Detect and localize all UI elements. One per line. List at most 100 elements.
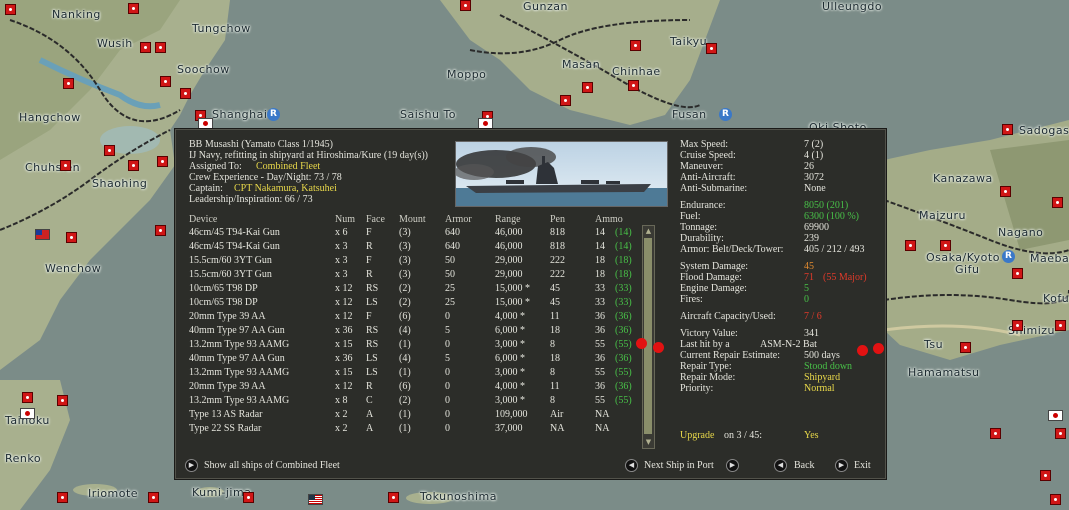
cell-num: x 36 (335, 325, 353, 336)
exit-icon[interactable]: ▶ (835, 459, 848, 472)
base-marker[interactable] (155, 225, 166, 236)
cell-pen: 8 (550, 367, 555, 378)
base-marker[interactable] (63, 78, 74, 89)
repair-type-toggle[interactable]: Stood down (804, 361, 852, 372)
cell-ammo-max: (33) (615, 297, 632, 308)
stat-aircraft[interactable]: 7 / 6 (804, 311, 822, 322)
base-marker[interactable] (560, 95, 571, 106)
base-marker[interactable] (905, 240, 916, 251)
stat-label: Armor: Belt/Deck/Tower: (680, 244, 784, 255)
base-marker[interactable] (1055, 428, 1066, 439)
base-marker[interactable] (5, 4, 16, 15)
col-pen: Pen (550, 214, 565, 225)
japan-flag-icon[interactable] (198, 118, 213, 129)
base-marker[interactable] (960, 342, 971, 353)
arrow-left-icon[interactable]: ◀ (625, 459, 638, 472)
china-flag-icon[interactable] (35, 229, 50, 240)
base-marker[interactable] (582, 82, 593, 93)
cell-range: 3,000 * (495, 395, 525, 406)
cell-pen: Air (550, 409, 564, 420)
upgrade-toggle[interactable]: Yes (804, 430, 819, 441)
cell-face: C (366, 395, 373, 406)
next-ship-label[interactable]: Next Ship in Port (644, 460, 714, 471)
col-face: Face (366, 214, 385, 225)
scroll-up-icon[interactable]: ▲ (644, 227, 653, 236)
base-marker[interactable] (628, 80, 639, 91)
cell-range: 46,000 (495, 227, 523, 238)
base-marker[interactable] (1050, 494, 1061, 505)
cell-ammo: 36 (595, 311, 605, 322)
back-icon[interactable]: ◀ (774, 459, 787, 472)
allied-base-icon[interactable]: R (267, 108, 280, 121)
map-label: Wusih (97, 37, 133, 50)
stat-fuel: 6300 (100 %) (804, 211, 859, 222)
red-marker-icon (873, 343, 884, 354)
cell-range: 37,000 (495, 423, 523, 434)
base-marker[interactable] (630, 40, 641, 51)
base-marker[interactable] (1002, 124, 1013, 135)
cell-mount: (1) (399, 339, 411, 350)
leadership: Leadership/Inspiration: 66 / 73 (189, 194, 313, 205)
base-marker[interactable] (160, 76, 171, 87)
base-marker[interactable] (22, 392, 33, 403)
back-label[interactable]: Back (794, 460, 815, 471)
weapons-scrollbar[interactable]: ▲ ▼ (642, 225, 655, 449)
allied-base-icon[interactable]: R (1002, 250, 1015, 263)
repair-mode-toggle[interactable]: Shipyard (804, 372, 840, 383)
base-marker[interactable] (66, 232, 77, 243)
cell-device: 15.5cm/60 3YT Gun (189, 269, 272, 280)
assigned-fleet-link[interactable]: Combined Fleet (256, 161, 320, 172)
base-marker[interactable] (148, 492, 159, 503)
exit-label[interactable]: Exit (854, 460, 871, 471)
priority-toggle[interactable]: Normal (804, 383, 835, 394)
base-marker[interactable] (1012, 320, 1023, 331)
map-label: Tsu (924, 338, 944, 351)
arrow-right-icon[interactable]: ▶ (185, 459, 198, 472)
cell-ammo-max: (18) (615, 269, 632, 280)
cell-ammo: NA (595, 423, 610, 434)
base-marker[interactable] (128, 3, 139, 14)
base-marker[interactable] (388, 492, 399, 503)
base-marker[interactable] (157, 156, 168, 167)
cell-range: 4,000 * (495, 381, 525, 392)
cell-ammo-max: (36) (615, 325, 632, 336)
base-marker[interactable] (140, 42, 151, 53)
cell-mount: (1) (399, 423, 411, 434)
cell-ammo-max: (14) (615, 241, 632, 252)
base-marker[interactable] (128, 160, 139, 171)
base-marker[interactable] (990, 428, 1001, 439)
scroll-down-icon[interactable]: ▼ (644, 438, 653, 447)
captain-link[interactable]: CPT Nakamura, Katsuhei (234, 183, 337, 194)
base-marker[interactable] (60, 160, 71, 171)
cell-range: 3,000 * (495, 367, 525, 378)
stat-label: Repair Mode: (680, 372, 736, 383)
japan-flag-icon[interactable] (20, 408, 35, 419)
base-marker[interactable] (1055, 320, 1066, 331)
base-marker[interactable] (57, 395, 68, 406)
base-marker[interactable] (180, 88, 191, 99)
base-marker[interactable] (1040, 470, 1051, 481)
arrow-right-icon[interactable]: ▶ (726, 459, 739, 472)
assigned-label: Assigned To: (189, 161, 242, 172)
allied-base-icon[interactable]: R (719, 108, 732, 121)
base-marker[interactable] (104, 145, 115, 156)
stat-label: Tonnage: (680, 222, 718, 233)
us-flag-icon[interactable] (308, 494, 323, 505)
japan-flag-icon[interactable] (1048, 410, 1063, 421)
base-marker[interactable] (460, 0, 471, 11)
stat-label: Anti-Submarine: (680, 183, 748, 194)
base-marker[interactable] (706, 43, 717, 54)
base-marker[interactable] (940, 240, 951, 251)
base-marker[interactable] (1012, 268, 1023, 279)
stat-label: Engine Damage: (680, 283, 747, 294)
base-marker[interactable] (1052, 197, 1063, 208)
show-all-label[interactable]: Show all ships of Combined Fleet (204, 460, 340, 471)
base-marker[interactable] (57, 492, 68, 503)
scroll-thumb[interactable] (644, 238, 652, 434)
cell-ammo: 33 (595, 297, 605, 308)
base-marker[interactable] (1000, 186, 1011, 197)
base-marker[interactable] (243, 492, 254, 503)
japan-flag-icon[interactable] (478, 118, 493, 129)
base-marker[interactable] (155, 42, 166, 53)
cell-ammo: 14 (595, 227, 605, 238)
